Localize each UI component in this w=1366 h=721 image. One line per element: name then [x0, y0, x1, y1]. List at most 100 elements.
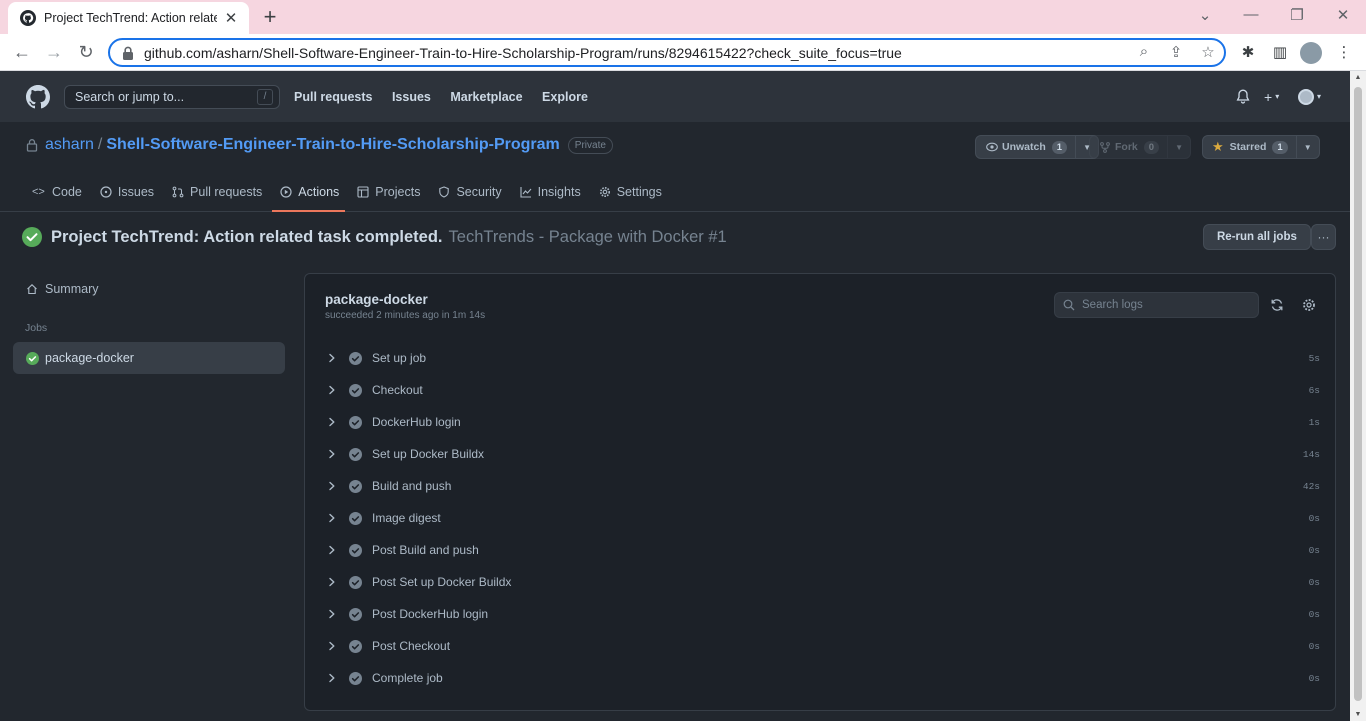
- issue-opened-icon: [100, 186, 112, 198]
- step-duration: 1s: [1308, 416, 1320, 428]
- repo-owner-link[interactable]: asharn: [45, 136, 94, 154]
- tab-pull-requests[interactable]: Pull requests: [170, 178, 270, 212]
- job-step-row[interactable]: Post Build and push 0s: [321, 534, 1321, 566]
- job-step-row[interactable]: Image digest 0s: [321, 502, 1321, 534]
- job-step-row[interactable]: Post Checkout 0s: [321, 630, 1321, 662]
- create-new-icon[interactable]: + ▾: [1264, 71, 1279, 122]
- chevron-right-icon[interactable]: [327, 641, 337, 651]
- github-header: Search or jump to... / Pull requests Iss…: [0, 71, 1350, 122]
- unwatch-button[interactable]: Unwatch 1: [976, 136, 1077, 158]
- tab-insights-label: Insights: [537, 185, 581, 199]
- chrome-menu-icon[interactable]: ⋮: [1334, 43, 1354, 63]
- private-badge: Private: [567, 136, 613, 154]
- step-success-check-icon: [349, 607, 362, 621]
- step-name: Post Set up Docker Buildx: [372, 575, 512, 589]
- job-step-row[interactable]: DockerHub login 1s: [321, 406, 1321, 438]
- job-step-row[interactable]: Set up Docker Buildx 14s: [321, 438, 1321, 470]
- fork-dropdown-icon[interactable]: ▼: [1168, 136, 1190, 158]
- more-options-icon[interactable]: ···: [1311, 224, 1336, 250]
- star-dropdown-icon[interactable]: ▼: [1297, 136, 1319, 158]
- chevron-right-icon[interactable]: [327, 577, 337, 587]
- chevron-right-icon[interactable]: [327, 545, 337, 555]
- github-search-input[interactable]: Search or jump to... /: [64, 84, 280, 109]
- job-step-row[interactable]: Post Set up Docker Buildx 0s: [321, 566, 1321, 598]
- extensions-icon[interactable]: ✱: [1238, 43, 1258, 63]
- chevron-right-icon[interactable]: [327, 673, 337, 683]
- tab-actions[interactable]: Actions: [272, 178, 347, 212]
- back-icon[interactable]: ←: [11, 42, 33, 64]
- tab-code[interactable]: <> Code: [30, 178, 90, 212]
- step-name: Checkout: [372, 383, 423, 397]
- nav-marketplace[interactable]: Marketplace: [450, 90, 522, 104]
- rerun-all-jobs-button[interactable]: Re-run all jobs: [1203, 224, 1311, 250]
- repo-name-link[interactable]: Shell-Software-Engineer-Train-to-Hire-Sc…: [106, 136, 559, 154]
- restore-icon[interactable]: ❐: [1287, 6, 1307, 24]
- repo-header: asharn / Shell-Software-Engineer-Train-t…: [0, 122, 1350, 212]
- chevron-right-icon[interactable]: [327, 481, 337, 491]
- starred-button[interactable]: ★ Starred 1: [1203, 136, 1297, 158]
- zoom-icon[interactable]: ⌕: [1134, 43, 1154, 60]
- reload-icon[interactable]: ↻: [75, 42, 97, 64]
- tab-projects[interactable]: Projects: [355, 178, 428, 212]
- search-logs-field[interactable]: [1054, 292, 1259, 318]
- tab-close-icon[interactable]: ✕: [223, 9, 239, 27]
- job-step-row[interactable]: Build and push 42s: [321, 470, 1321, 502]
- chevron-right-icon[interactable]: [327, 385, 337, 395]
- star-counter: 1: [1272, 140, 1288, 154]
- profile-avatar[interactable]: [1300, 42, 1322, 64]
- scroll-down-icon[interactable]: ▼: [1354, 711, 1362, 718]
- lock-icon: [123, 46, 133, 60]
- success-check-icon: [26, 351, 39, 365]
- job-step-row[interactable]: Checkout 6s: [321, 374, 1321, 406]
- search-logs-input[interactable]: [1082, 299, 1252, 311]
- fork-button[interactable]: Fork 0: [1090, 136, 1169, 158]
- tab-search-icon[interactable]: ⌄: [1195, 6, 1215, 24]
- minimize-icon[interactable]: —: [1241, 6, 1261, 23]
- step-name: Set up job: [372, 351, 427, 365]
- tab-insights[interactable]: Insights: [518, 178, 589, 212]
- chevron-right-icon[interactable]: [327, 609, 337, 619]
- new-tab-icon[interactable]: +: [259, 6, 281, 28]
- fork-label: Fork: [1115, 141, 1138, 153]
- chevron-right-icon[interactable]: [327, 449, 337, 459]
- refresh-icon[interactable]: [1270, 298, 1284, 312]
- address-bar[interactable]: github.com/asharn/Shell-Software-Enginee…: [108, 38, 1226, 67]
- gear-icon[interactable]: [1302, 298, 1316, 312]
- scrollbar-thumb[interactable]: [1354, 87, 1362, 701]
- browser-tab-title: Project TechTrend: Action related: [44, 11, 217, 25]
- sidebar-item-package-docker[interactable]: package-docker: [13, 342, 285, 374]
- close-window-icon[interactable]: ✕: [1333, 6, 1353, 24]
- run-sidebar: Summary Jobs package-docker: [13, 276, 285, 374]
- tab-issues[interactable]: Issues: [98, 178, 162, 212]
- job-step-row[interactable]: Set up job 5s: [321, 342, 1321, 374]
- share-icon[interactable]: ⇪: [1166, 43, 1186, 61]
- tab-settings[interactable]: Settings: [597, 178, 670, 212]
- chevron-right-icon[interactable]: [327, 513, 337, 523]
- job-step-row[interactable]: Complete job 0s: [321, 662, 1321, 694]
- step-duration: 0s: [1308, 640, 1320, 652]
- scroll-up-icon[interactable]: ▲: [1354, 74, 1362, 81]
- step-success-check-icon: [349, 351, 362, 365]
- forward-icon[interactable]: →: [43, 42, 65, 64]
- page-scrollbar[interactable]: ▲ ▼: [1350, 71, 1366, 721]
- chevron-right-icon[interactable]: [327, 353, 337, 363]
- tab-actions-label: Actions: [298, 185, 340, 199]
- user-avatar-menu[interactable]: ▾: [1298, 71, 1321, 122]
- side-panel-icon[interactable]: ▥: [1270, 43, 1290, 63]
- bookmark-star-icon[interactable]: ☆: [1198, 43, 1218, 61]
- step-name: Set up Docker Buildx: [372, 447, 485, 461]
- tab-security[interactable]: Security: [436, 178, 509, 212]
- nav-pull-requests[interactable]: Pull requests: [294, 90, 373, 104]
- nav-explore[interactable]: Explore: [542, 90, 588, 104]
- unwatch-label: Unwatch: [1002, 141, 1046, 153]
- chevron-right-icon[interactable]: [327, 417, 337, 427]
- job-step-row[interactable]: Post DockerHub login 0s: [321, 598, 1321, 630]
- github-favicon-icon: [20, 10, 36, 26]
- notifications-icon[interactable]: [1236, 71, 1250, 122]
- github-logo-icon[interactable]: [26, 84, 50, 109]
- browser-tab[interactable]: Project TechTrend: Action related ✕: [8, 2, 249, 34]
- sidebar-item-summary[interactable]: Summary: [13, 276, 285, 302]
- nav-issues[interactable]: Issues: [392, 90, 431, 104]
- job-log-panel: package-docker succeeded 2 minutes ago i…: [304, 273, 1336, 711]
- step-duration: 6s: [1308, 384, 1320, 396]
